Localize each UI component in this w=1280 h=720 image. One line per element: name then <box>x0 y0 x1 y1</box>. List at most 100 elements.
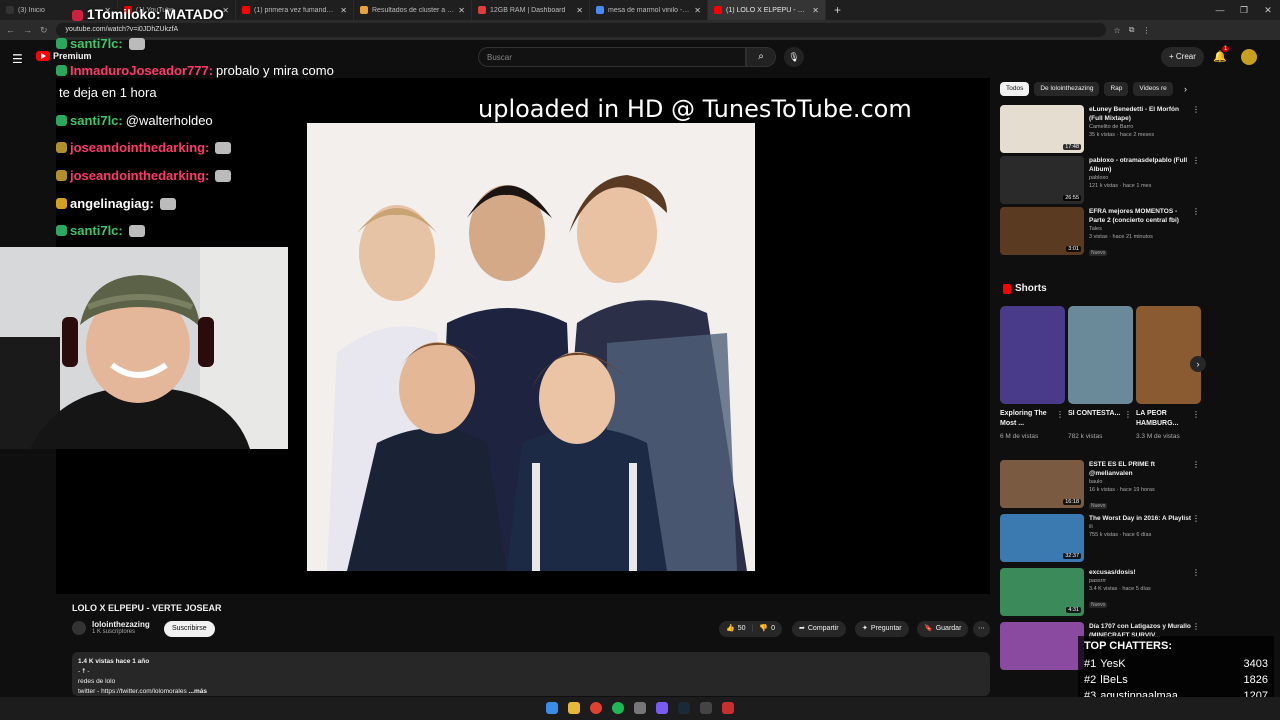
recommended-video[interactable]: 4:31 excusas/dosis! passrrr 3.4 K vistas · … <box>1000 568 1200 616</box>
short-options-icon[interactable]: ⋮ <box>1192 410 1200 419</box>
filter-chip[interactable]: Rap <box>1104 82 1129 96</box>
rec-title[interactable]: The Worst Day in 2016: A Playlist <box>1089 514 1193 523</box>
thumbs-down-icon[interactable]: 👎 <box>759 621 768 637</box>
shorts-next-icon[interactable]: › <box>1190 356 1206 372</box>
filter-chip[interactable]: Videos re <box>1133 82 1173 96</box>
more-options-icon[interactable]: ⋮ <box>1192 514 1200 523</box>
video-thumbnail[interactable]: 32:37 <box>1000 514 1084 562</box>
bookmark-star-icon[interactable]: ☆ <box>1114 26 1121 35</box>
video-thumbnail[interactable]: 4:31 <box>1000 568 1084 616</box>
youtube-logo[interactable]: Premium <box>36 51 92 61</box>
rec-channel[interactable]: pabloxo <box>1089 174 1193 182</box>
short-title[interactable]: SI CONTESTA... <box>1068 409 1128 419</box>
extensions-icon[interactable]: ⧉ <box>1129 25 1135 35</box>
like-button[interactable]: 👍 50 | 👎 0 <box>719 621 782 637</box>
search-input[interactable]: Buscar <box>478 47 746 67</box>
rec-channel[interactable]: baulo <box>1089 478 1193 486</box>
rec-channel[interactable]: passrrr <box>1089 577 1193 585</box>
video-thumbnail[interactable]: 3:01 <box>1000 207 1084 255</box>
short-title[interactable]: LA PEOR HAMBURG... <box>1136 409 1196 429</box>
spotify-icon[interactable] <box>612 702 624 714</box>
short-thumbnail[interactable] <box>1068 306 1133 404</box>
tab-favicon-icon <box>714 6 722 14</box>
short-options-icon[interactable]: ⋮ <box>1056 410 1064 419</box>
obs-icon[interactable] <box>634 702 646 714</box>
rec-channel[interactable]: Camelito de Barro <box>1089 123 1193 131</box>
channel-name[interactable]: lolointhezazing <box>92 620 150 629</box>
account-avatar[interactable] <box>1241 49 1257 65</box>
chrome-icon[interactable] <box>590 702 602 714</box>
chat-message: angelinagiag: <box>56 196 176 211</box>
browser-menu-icon[interactable]: ⋮ <box>1142 26 1150 35</box>
new-tab-button[interactable]: + <box>826 3 849 17</box>
tab-close-icon[interactable]: ✕ <box>576 6 583 15</box>
video-thumbnail[interactable]: 26:55 <box>1000 156 1084 204</box>
close-icon[interactable]: ✕ <box>1256 0 1280 20</box>
microphone-icon[interactable]: 🎙 <box>784 47 804 67</box>
browser-tab[interactable]: 12GB RAM | Dashboard ✕ <box>472 0 590 20</box>
tab-close-icon[interactable]: ✕ <box>694 6 701 15</box>
filter-chip[interactable]: Todos <box>1000 82 1030 96</box>
save-button[interactable]: 🔖 Guardar <box>917 621 969 637</box>
more-actions-icon[interactable]: ⋯ <box>973 621 990 637</box>
rec-channel[interactable]: Tales <box>1089 225 1193 233</box>
tab-close-icon[interactable]: ✕ <box>812 6 819 15</box>
file-explorer-icon[interactable] <box>568 702 580 714</box>
video-thumbnail[interactable] <box>1000 622 1084 670</box>
recommended-video[interactable]: 26:55 pabloxo - otramasdelpablo (Full Alb… <box>1000 156 1200 204</box>
recommended-video[interactable]: 32:37 The Worst Day in 2016: A Playlist il… <box>1000 514 1200 562</box>
filter-chip[interactable]: De lolointhezazing <box>1034 82 1100 96</box>
rec-title[interactable]: excusas/dosis! <box>1089 568 1193 577</box>
ask-button[interactable]: ✦ Preguntar <box>855 621 909 637</box>
more-options-icon[interactable]: ⋮ <box>1192 568 1200 577</box>
rec-title[interactable]: pabloxo - otramasdelpablo (Full Album) <box>1089 156 1193 174</box>
channel-info[interactable]: lolointhezazing 1 K suscriptores <box>72 620 150 635</box>
video-duration: 17:48 <box>1063 144 1081 150</box>
chips-next-icon[interactable]: › <box>1184 84 1187 94</box>
recommended-video[interactable]: 17:48 eLuney Benedetti - El Morfón (Full … <box>1000 105 1200 153</box>
rec-title[interactable]: eLuney Benedetti - El Morfón (Full Mixta… <box>1089 105 1193 123</box>
browser-tab[interactable]: (1) primera vez fumando porro✕ <box>236 0 354 20</box>
minimize-icon[interactable]: — <box>1208 0 1232 20</box>
url-field[interactable]: youtube.com/watch?v=i0JDhZUkzfA <box>55 23 1106 37</box>
recommended-video[interactable]: 3:01 EFRA mejores MOMENTOS - Parte 2 (con… <box>1000 207 1200 259</box>
rec-title[interactable]: EFRA mejores MOMENTOS - Parte 2 (concier… <box>1089 207 1193 225</box>
steam-icon[interactable] <box>678 702 690 714</box>
browser-tab[interactable]: mesa de marmol vinilo - Buscar ✕ <box>590 0 708 20</box>
video-thumbnail[interactable]: 16:18 <box>1000 460 1084 508</box>
short-thumbnail[interactable] <box>1000 306 1065 404</box>
windows-start-icon[interactable] <box>546 702 558 714</box>
rec-channel[interactable]: ili <box>1089 523 1193 531</box>
hamburger-menu-icon[interactable]: ☰ <box>12 52 23 66</box>
tab-close-icon[interactable]: ✕ <box>458 6 465 15</box>
more-options-icon[interactable]: ⋮ <box>1192 460 1200 469</box>
more-options-icon[interactable]: ⋮ <box>1192 105 1200 114</box>
chatter-name: lBeLs <box>1100 674 1128 686</box>
description-box[interactable]: 1.4 K vistas hace 1 año - ☨ - redes de l… <box>72 652 990 696</box>
short-options-icon[interactable]: ⋮ <box>1124 410 1132 419</box>
search-icon[interactable]: ⌕ <box>746 47 776 67</box>
recommended-video[interactable]: 16:18 ESTE ES EL PRIME ft @melianvalen bau… <box>1000 460 1200 512</box>
subscribe-button[interactable]: Suscribirse <box>164 621 215 637</box>
discord-icon[interactable] <box>656 702 668 714</box>
short-thumbnail[interactable] <box>1136 306 1201 404</box>
video-thumbnail[interactable]: 17:48 <box>1000 105 1084 153</box>
rec-title[interactable]: ESTE ES EL PRIME ft @melianvalen <box>1089 460 1193 478</box>
back-icon[interactable]: ← <box>6 25 15 35</box>
channel-avatar[interactable] <box>72 620 86 635</box>
show-more-link[interactable]: ...más <box>189 688 207 695</box>
reload-icon[interactable]: ↻ <box>40 25 48 36</box>
more-options-icon[interactable]: ⋮ <box>1192 207 1200 216</box>
create-button[interactable]: + Crear <box>1161 47 1204 67</box>
forward-icon[interactable]: → <box>23 25 32 35</box>
more-options-icon[interactable]: ⋮ <box>1192 156 1200 165</box>
maximize-icon[interactable]: ❐ <box>1232 0 1256 20</box>
recording-app-icon[interactable] <box>722 702 734 714</box>
browser-tab[interactable]: Resultados de cluster a z en Suc ✕ <box>354 0 472 20</box>
app-icon[interactable] <box>700 702 712 714</box>
browser-tab[interactable]: (1) LOLO X ELPEPU - VERTE ✕ <box>708 0 826 20</box>
tab-close-icon[interactable]: ✕ <box>340 6 347 15</box>
short-title[interactable]: Exploring The Most ... <box>1000 409 1060 429</box>
share-button[interactable]: ➦ Compartir <box>792 621 846 637</box>
more-options-icon[interactable]: ⋮ <box>1192 622 1200 631</box>
